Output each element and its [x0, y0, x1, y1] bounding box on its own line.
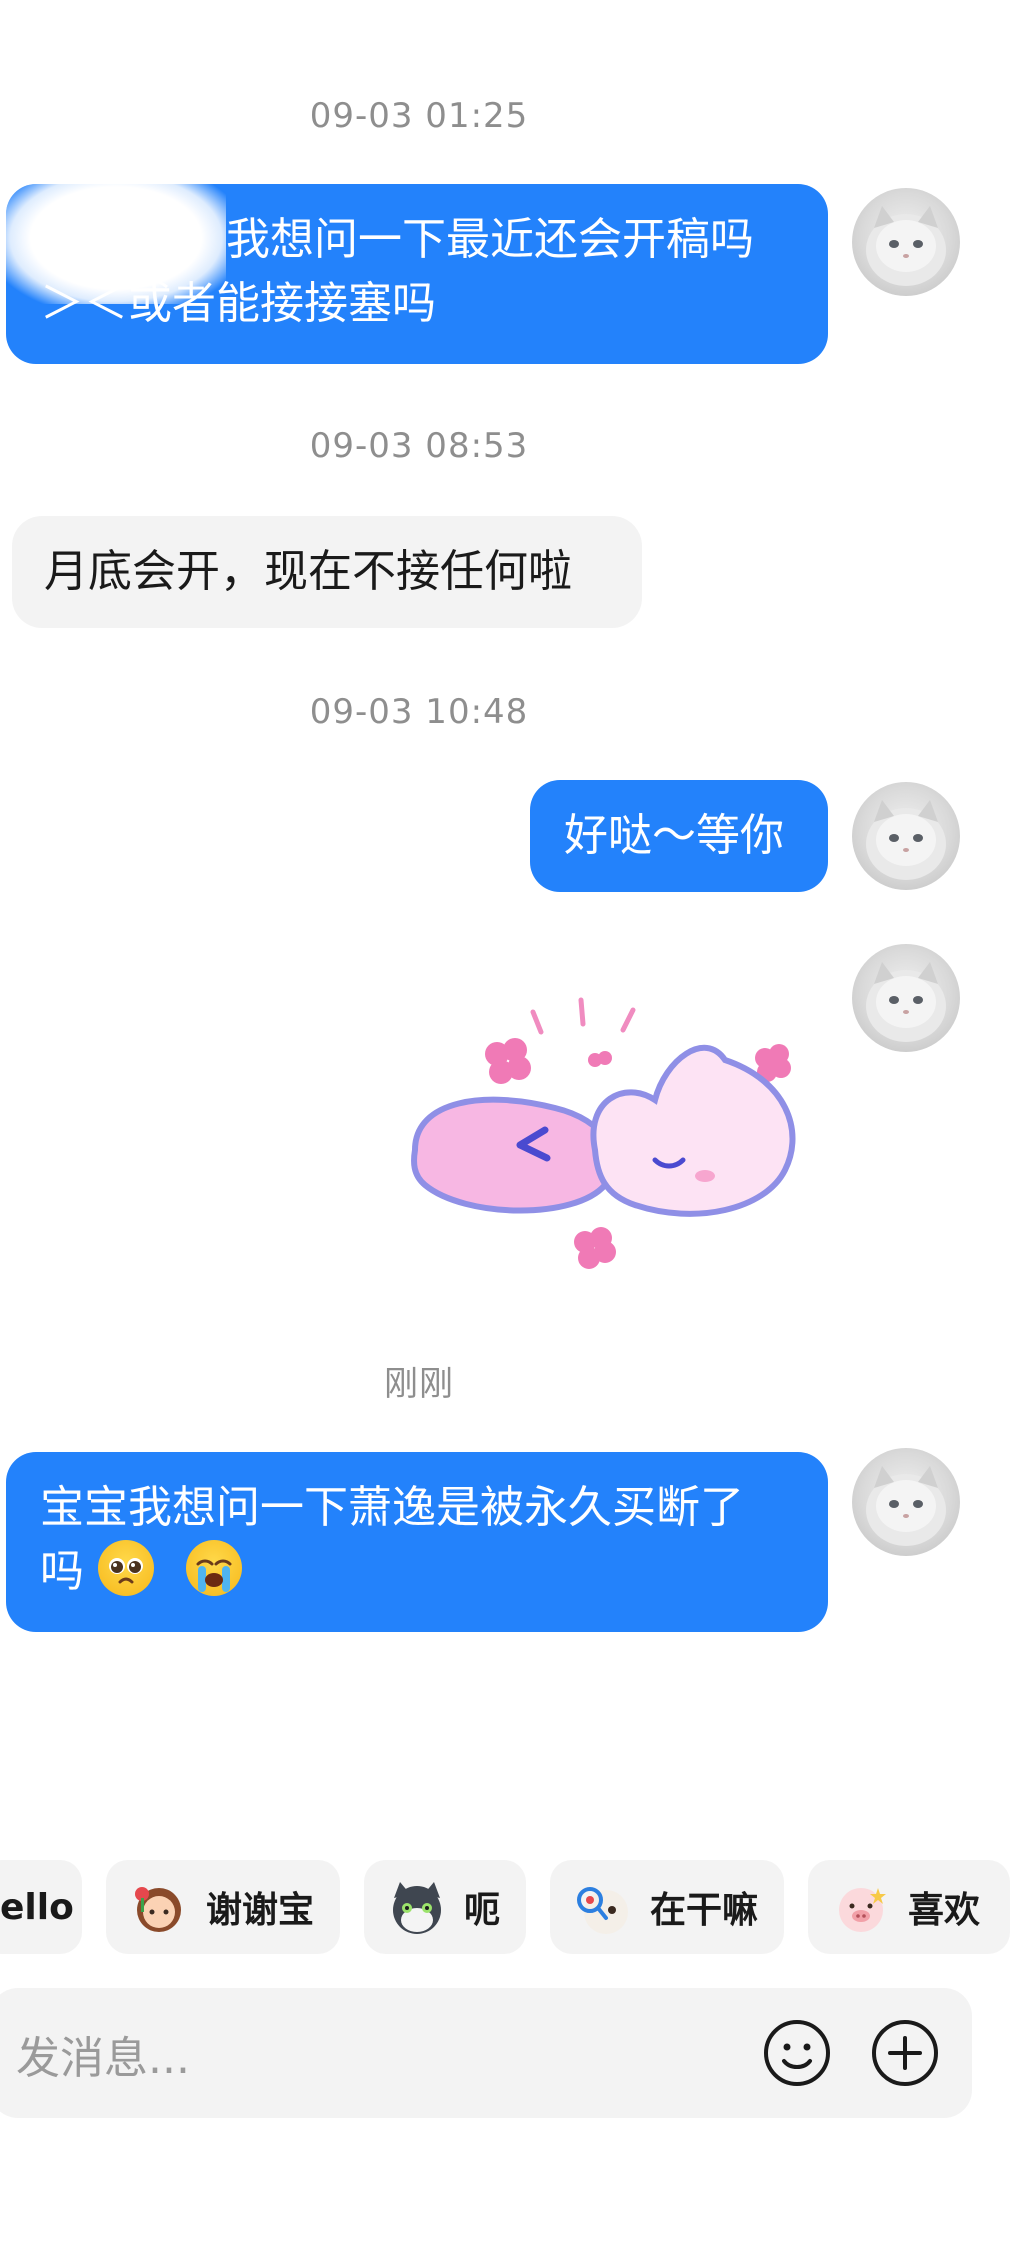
- timestamp: 09-03 08:53: [309, 426, 529, 466]
- cat-avatar-icon: [866, 800, 946, 880]
- message-text: 月底会开，现在不接任何啦: [44, 546, 572, 597]
- quick-reply-label: 谢谢宝: [206, 1890, 315, 1931]
- message-input-placeholder[interactable]: 发消息...: [16, 2022, 190, 2086]
- message-bubble-sent[interactable]: 好哒～等你: [530, 780, 828, 892]
- avatar[interactable]: [852, 1448, 960, 1556]
- cat-avatar-icon: [866, 962, 946, 1042]
- avatar[interactable]: [852, 188, 960, 296]
- message-text-line: 我想问一下最近还会开稿吗: [226, 214, 754, 265]
- plus-icon: [872, 2020, 938, 2086]
- message-text-line: 吗: [40, 1546, 84, 1597]
- avatar[interactable]: [852, 782, 960, 890]
- quick-reply-chip[interactable]: 喜欢: [808, 1860, 1010, 1954]
- loudly-crying-face-emoji-icon: [186, 1540, 242, 1596]
- message-text-line: 宝宝我想问一下萧逸是被永久买断了: [40, 1482, 744, 1533]
- timestamp: 09-03 01:25: [309, 96, 529, 136]
- cat-avatar-icon: [866, 1466, 946, 1546]
- quick-reply-label: 在干嘛: [650, 1890, 759, 1931]
- message-bubble-sent[interactable]: 宝宝我想问一下萧逸是被永久买断了 吗: [6, 1452, 828, 1632]
- add-button[interactable]: [870, 2018, 940, 2088]
- quick-reply-chip[interactable]: 呃: [364, 1860, 526, 1954]
- quick-reply-chip[interactable]: ello: [0, 1860, 82, 1954]
- quick-reply-label: 呃: [464, 1890, 501, 1931]
- avatar[interactable]: [852, 944, 960, 1052]
- bunny-sticker-icon: [411, 997, 796, 1269]
- sticker-image[interactable]: [405, 980, 815, 1270]
- girl-flower-icon: [128, 1876, 190, 1938]
- emoji-button[interactable]: [762, 2018, 832, 2088]
- quick-reply-row: ello 谢谢宝 呃 在干嘛 喜欢: [0, 1860, 1010, 1954]
- redacted-name: [6, 184, 226, 304]
- message-input-bar[interactable]: 发消息...: [0, 1988, 972, 2118]
- message-text: 好哒～等你: [564, 810, 784, 861]
- smiley-icon: [764, 2020, 830, 2086]
- message-bubble-sent[interactable]: 我想问一下最近还会开稿吗 ＞＜或者能接接塞吗: [6, 184, 828, 364]
- timestamp: 刚刚: [384, 1364, 454, 1404]
- quick-reply-chip[interactable]: 谢谢宝: [106, 1860, 340, 1954]
- quick-reply-chip[interactable]: 在干嘛: [550, 1860, 784, 1954]
- piggy-face-icon: [830, 1876, 892, 1938]
- pleading-face-emoji-icon: [98, 1540, 154, 1596]
- timestamp: 09-03 10:48: [309, 692, 529, 732]
- message-bubble-received[interactable]: 月底会开，现在不接任何啦: [12, 516, 642, 628]
- cat-icon: [386, 1876, 448, 1938]
- cat-avatar-icon: [866, 206, 946, 286]
- quick-reply-label: ello: [0, 1886, 74, 1928]
- quick-reply-label: 喜欢: [908, 1890, 981, 1931]
- magnifier-face-icon: [572, 1876, 634, 1938]
